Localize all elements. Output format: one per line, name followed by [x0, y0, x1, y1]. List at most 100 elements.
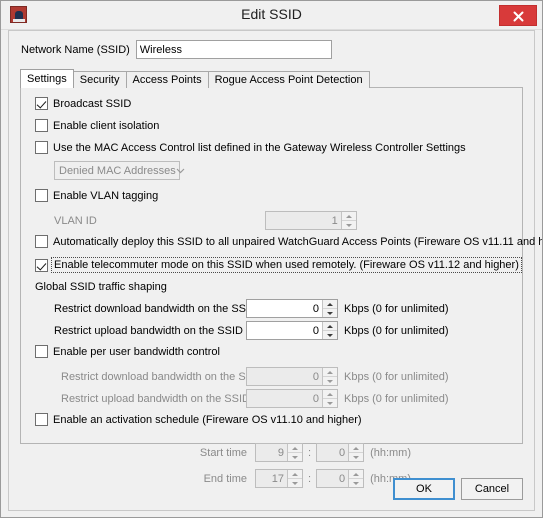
client-isolation-checkbox[interactable] — [35, 119, 48, 132]
telecommuter-checkbox[interactable] — [35, 258, 48, 272]
start-time-minutes-increment-icon[interactable] — [349, 444, 364, 453]
global-upload-unit: Kbps (0 for unlimited) — [344, 324, 449, 337]
per-user-upload-spinner-buttons — [322, 390, 337, 407]
per-user-bandwidth-checkbox[interactable] — [35, 345, 48, 358]
global-download-spinner[interactable] — [246, 299, 338, 318]
global-download-input[interactable] — [247, 300, 322, 317]
per-user-upload-spinner[interactable] — [246, 389, 338, 408]
global-upload-spinner[interactable] — [246, 321, 338, 340]
telecommuter-row: Enable telecommuter mode on this SSID wh… — [35, 257, 522, 273]
mac-list-dropdown-value: Denied MAC Addresses — [59, 164, 176, 177]
start-time-minutes-spinner-buttons — [348, 444, 364, 461]
per-user-bandwidth-label: Enable per user bandwidth control — [53, 345, 220, 358]
end-time-minutes-spinner[interactable] — [316, 469, 365, 488]
global-upload-row: Restrict upload bandwidth on the SSID Kb… — [54, 321, 449, 340]
per-user-download-label: Restrict download bandwidth on the SSID — [61, 370, 265, 383]
tab-rogue-access-point-detection[interactable]: Rogue Access Point Detection — [207, 71, 370, 88]
ok-button[interactable]: OK — [393, 478, 455, 500]
vlan-id-spinner[interactable] — [264, 211, 357, 230]
per-user-download-decrement-icon[interactable] — [323, 377, 337, 385]
mac-access-control-row: Use the MAC Access Control list defined … — [35, 141, 466, 154]
per-user-upload-decrement-icon[interactable] — [323, 399, 337, 407]
vlan-id-decrement-icon[interactable] — [342, 221, 356, 229]
start-time-hours-decrement-icon[interactable] — [288, 453, 302, 461]
network-name-input[interactable] — [135, 40, 332, 59]
global-upload-decrement-icon[interactable] — [323, 331, 337, 339]
end-time-minutes-spinner-buttons — [348, 470, 364, 487]
client-isolation-row: Enable client isolation — [35, 119, 159, 132]
global-upload-label: Restrict upload bandwidth on the SSID — [54, 324, 243, 337]
per-user-download-unit: Kbps (0 for unlimited) — [344, 370, 449, 383]
per-user-download-increment-icon[interactable] — [323, 368, 337, 377]
auto-deploy-row: Automatically deploy this SSID to all un… — [35, 235, 543, 248]
per-user-upload-unit: Kbps (0 for unlimited) — [344, 392, 449, 405]
global-download-label: Restrict download bandwidth on the SSID — [54, 302, 258, 315]
vlan-id-row: VLAN ID — [54, 211, 357, 230]
end-time-hours-decrement-icon[interactable] — [288, 479, 302, 487]
start-time-hours-spinner[interactable] — [255, 443, 303, 462]
activation-schedule-checkbox[interactable] — [35, 413, 48, 426]
activation-schedule-label: Enable an activation schedule (Fireware … — [53, 413, 362, 426]
network-name-row: Network Name (SSID) — [21, 40, 332, 59]
mac-access-control-checkbox[interactable] — [35, 141, 48, 154]
vlan-tagging-label: Enable VLAN tagging — [53, 189, 159, 202]
end-time-hours-input[interactable] — [256, 470, 287, 487]
vlan-tagging-row: Enable VLAN tagging — [35, 189, 158, 202]
start-time-minutes-input[interactable] — [317, 444, 349, 461]
start-time-hours-input[interactable] — [256, 444, 287, 461]
start-time-format: (hh:mm) — [370, 446, 412, 459]
tab-strip: Settings Security Access Points Rogue Ac… — [20, 69, 370, 88]
end-time-minutes-increment-icon[interactable] — [349, 470, 364, 479]
start-time-minutes-spinner[interactable] — [316, 443, 365, 462]
per-user-bandwidth-row: Enable per user bandwidth control — [35, 345, 220, 358]
global-download-unit: Kbps (0 for unlimited) — [344, 302, 449, 315]
chevron-down-icon — [176, 165, 185, 177]
global-upload-increment-icon[interactable] — [323, 322, 337, 331]
per-user-upload-increment-icon[interactable] — [323, 390, 337, 399]
per-user-upload-input[interactable] — [247, 390, 322, 407]
auto-deploy-label: Automatically deploy this SSID to all un… — [53, 235, 543, 248]
global-download-increment-icon[interactable] — [323, 300, 337, 309]
broadcast-ssid-label: Broadcast SSID — [53, 97, 132, 110]
start-time-hours-spinner-buttons — [287, 444, 302, 461]
dialog-body: Network Name (SSID) Settings Security Ac… — [8, 30, 542, 511]
end-time-minutes-decrement-icon[interactable] — [349, 479, 363, 487]
window-title: Edit SSID — [241, 6, 302, 22]
start-time-hours-increment-icon[interactable] — [288, 444, 302, 453]
end-time-hours-spinner[interactable] — [255, 469, 303, 488]
broadcast-ssid-checkbox[interactable] — [35, 97, 48, 110]
per-user-download-spinner-buttons — [322, 368, 337, 385]
client-isolation-label: Enable client isolation — [53, 119, 160, 132]
per-user-download-input[interactable] — [247, 368, 322, 385]
activation-schedule-row: Enable an activation schedule (Fireware … — [35, 413, 362, 426]
per-user-upload-label: Restrict upload bandwidth on the SSID — [61, 392, 250, 405]
end-time-hours-increment-icon[interactable] — [288, 470, 302, 479]
global-download-row: Restrict download bandwidth on the SSID … — [54, 299, 449, 318]
start-time-separator: : — [308, 446, 312, 459]
tab-access-points[interactable]: Access Points — [125, 71, 209, 88]
global-download-decrement-icon[interactable] — [323, 309, 337, 317]
vlan-id-input[interactable] — [265, 212, 341, 229]
dialog-button-bar: OK Cancel — [393, 478, 523, 500]
tab-settings[interactable]: Settings — [20, 69, 74, 88]
global-download-spinner-buttons — [322, 300, 337, 317]
per-user-download-spinner[interactable] — [246, 367, 338, 386]
tab-security[interactable]: Security — [72, 71, 127, 88]
vlan-id-label: VLAN ID — [54, 214, 97, 227]
end-time-row: End time : (hh:mm) — [189, 469, 411, 488]
vlan-id-spinner-buttons — [340, 212, 356, 229]
broadcast-ssid-row: Broadcast SSID — [35, 97, 131, 110]
start-time-row: Start time : (hh:mm) — [189, 443, 411, 462]
title-bar: Edit SSID — [1, 1, 542, 30]
end-time-minutes-input[interactable] — [317, 470, 349, 487]
vlan-tagging-checkbox[interactable] — [35, 189, 48, 202]
start-time-minutes-decrement-icon[interactable] — [349, 453, 363, 461]
vlan-id-increment-icon[interactable] — [341, 212, 356, 221]
cancel-button[interactable]: Cancel — [461, 478, 523, 500]
global-traffic-shaping-title: Global SSID traffic shaping — [35, 281, 167, 293]
per-user-upload-row: Restrict upload bandwidth on the SSID Kb… — [61, 389, 449, 408]
mac-list-dropdown[interactable]: Denied MAC Addresses — [54, 161, 185, 180]
auto-deploy-checkbox[interactable] — [35, 235, 48, 248]
close-icon[interactable] — [499, 5, 537, 26]
global-upload-input[interactable] — [247, 322, 322, 339]
